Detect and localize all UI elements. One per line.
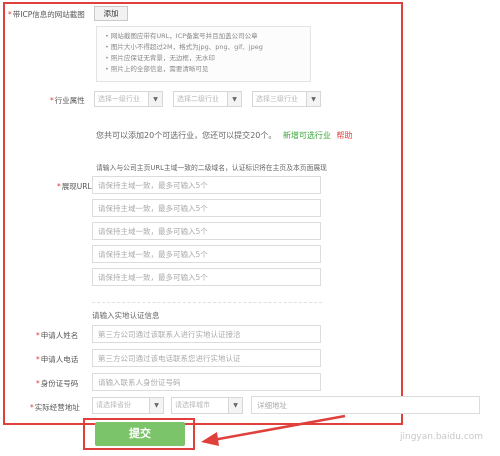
applicant-name-input[interactable]: 第三方公司通过该联系人进行实地认证接洽 [92, 325, 321, 343]
applicant-phone-input[interactable]: 第三方公司通过该电话联系您进行实地认证 [92, 349, 321, 367]
industry-limit-hint: 您共可以添加20个可选行业，您还可以提交20个。 新增可选行业 帮助 [96, 131, 353, 140]
url-hint: 请输入与公司主页URL主域一致的二级域名，认证标识将在主页及本页面展现 [96, 164, 327, 172]
requirement-item: 照片应保证无背景，无边框，无水印 [105, 53, 302, 64]
industry-level3-select[interactable]: 选择三级行业 ▼ [252, 91, 321, 107]
id-number-input[interactable]: 请输入联系人身份证号码 [92, 373, 321, 391]
help-link[interactable]: 帮助 [336, 131, 352, 140]
industry-label: *行业属性 [50, 96, 85, 105]
chevron-down-icon: ▼ [227, 92, 241, 106]
screenshot-requirements: 网站截图应带有URL，ICP备案号并且加盖公司公章 图片大小不得超过2M，格式为… [96, 26, 311, 82]
business-address-label: *实际经营地址 [30, 403, 80, 412]
industry-level1-select[interactable]: 选择一级行业 ▼ [94, 91, 163, 107]
add-screenshot-button[interactable]: 添加 [94, 6, 128, 21]
display-url-input-5[interactable]: 请保持主域一致，最多可输入5个 [92, 268, 321, 286]
chevron-down-icon: ▼ [306, 92, 320, 106]
submit-button[interactable]: 提交 [95, 422, 185, 446]
display-url-label: *展现URL [57, 182, 92, 191]
display-url-input-4[interactable]: 请保持主域一致，最多可输入5个 [92, 245, 321, 263]
requirement-item: 照片上的全部信息，需要清晰可见 [105, 64, 302, 75]
chevron-down-icon: ▼ [149, 398, 163, 413]
id-number-label: *身份证号码 [36, 379, 79, 388]
industry-level2-select[interactable]: 选择二级行业 ▼ [173, 91, 242, 107]
chevron-down-icon: ▼ [228, 398, 242, 413]
province-select[interactable]: 请选择省份 ▼ [92, 397, 164, 414]
watermark-text: jingyan.baidu.com [400, 432, 484, 442]
display-url-input-1[interactable]: 请保持主域一致，最多可输入5个 [92, 176, 321, 194]
add-industry-link[interactable]: 新增可选行业 [283, 131, 331, 140]
requirement-item: 图片大小不得超过2M，格式为jpg、png、gif、jpeg [105, 42, 302, 53]
section-divider [92, 302, 322, 303]
verify-section-title: 请输入实地认证信息 [92, 311, 160, 320]
annotation-arrow [201, 414, 346, 446]
display-url-input-3[interactable]: 请保持主域一致，最多可输入5个 [92, 222, 321, 240]
display-url-input-2[interactable]: 请保持主域一致，最多可输入5个 [92, 199, 321, 217]
applicant-phone-label: *申请人电话 [36, 355, 79, 364]
requirement-item: 网站截图应带有URL，ICP备案号并且加盖公司公章 [105, 31, 302, 42]
chevron-down-icon: ▼ [148, 92, 162, 106]
icp-screenshot-label: *带ICP信息的网站截图 [8, 10, 85, 19]
applicant-name-label: *申请人姓名 [36, 331, 79, 340]
